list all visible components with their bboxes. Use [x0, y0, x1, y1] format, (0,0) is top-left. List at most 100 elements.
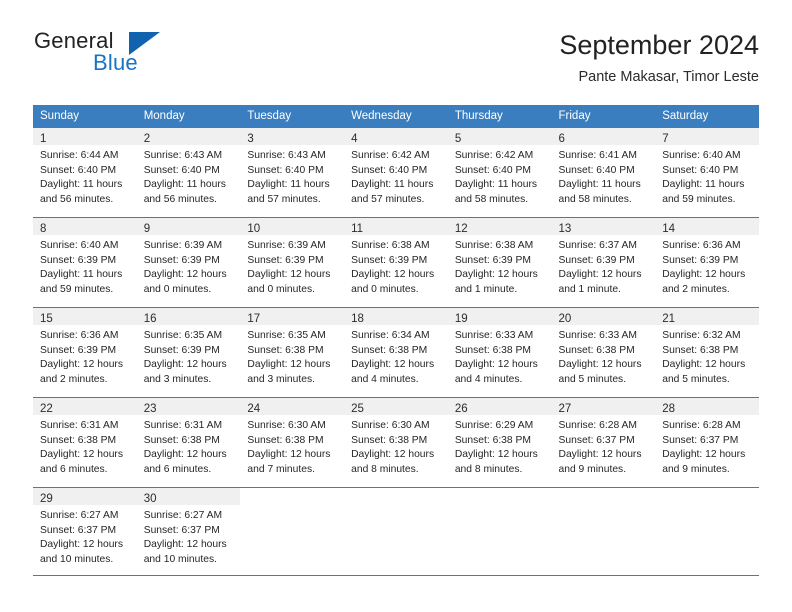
day-cell-inner: 3 Sunrise: 6:43 AM Sunset: 6:40 PM Daylight…: [240, 128, 345, 217]
sunrise-text: Sunrise: 6:43 AM: [143, 150, 223, 161]
calendar-day-cell[interactable]: 19 Sunrise: 6:33 AM Sunset: 6:38 PM Dayligh…: [447, 307, 552, 398]
calendar-day-cell[interactable]: 14 Sunrise: 6:36 AM Sunset: 6:39 PM Dayligh…: [655, 217, 759, 308]
calendar-day-cell[interactable]: 22 Sunrise: 6:31 AM Sunset: 6:38 PM Dayligh…: [33, 397, 137, 488]
calendar-week-row: 15 Sunrise: 6:36 AM Sunset: 6:39 PM Dayligh…: [33, 307, 759, 398]
day-number-band: 3: [240, 128, 345, 145]
calendar-day-cell[interactable]: 29 Sunrise: 6:27 AM Sunset: 6:37 PM Dayligh…: [33, 487, 137, 576]
sunset-text: Sunset: 6:40 PM: [662, 164, 739, 176]
day-cell-body: Sunrise: 6:36 AM Sunset: 6:39 PM Daylight:…: [655, 235, 759, 297]
calendar-day-cell[interactable]: 21 Sunrise: 6:32 AM Sunset: 6:38 PM Dayligh…: [655, 307, 759, 398]
day-number: 13: [558, 223, 572, 235]
calendar-day-cell[interactable]: 18 Sunrise: 6:34 AM Sunset: 6:38 PM Dayligh…: [344, 307, 448, 398]
daylight-text: Daylight: 11 hours and 59 minutes.: [662, 179, 745, 205]
sunset-text: Sunset: 6:38 PM: [454, 344, 531, 356]
sunrise-text: Sunrise: 6:35 AM: [143, 330, 223, 341]
day-cell-inner: 22 Sunrise: 6:31 AM Sunset: 6:38 PM Dayligh…: [33, 398, 137, 487]
sunset-text: Sunset: 6:37 PM: [40, 524, 117, 536]
daylight-text: Daylight: 12 hours and 5 minutes.: [558, 359, 642, 385]
daylight-text: Daylight: 12 hours and 1 minute.: [558, 269, 642, 295]
calendar-day-cell[interactable]: 3 Sunrise: 6:43 AM Sunset: 6:40 PM Daylight…: [240, 127, 345, 218]
weekday-header-friday: Friday: [551, 105, 656, 128]
day-cell-body: Sunrise: 6:33 AM Sunset: 6:38 PM Daylight:…: [552, 325, 656, 387]
daylight-text: Daylight: 12 hours and 0 minutes.: [143, 269, 227, 295]
calendar-cell-empty: [551, 487, 656, 576]
calendar-day-cell[interactable]: 13 Sunrise: 6:37 AM Sunset: 6:39 PM Dayligh…: [551, 217, 656, 308]
calendar-week-row: 8 Sunrise: 6:40 AM Sunset: 6:39 PM Daylight…: [33, 217, 759, 308]
calendar-day-cell[interactable]: 12 Sunrise: 6:38 AM Sunset: 6:39 PM Dayligh…: [447, 217, 552, 308]
daylight-text: Daylight: 12 hours and 3 minutes.: [143, 359, 227, 385]
day-cell-inner: 26 Sunrise: 6:29 AM Sunset: 6:38 PM Dayligh…: [447, 398, 552, 487]
calendar-body: 1 Sunrise: 6:44 AM Sunset: 6:40 PM Daylight…: [33, 127, 759, 576]
sunrise-text: Sunrise: 6:27 AM: [143, 510, 223, 521]
day-number-band: 1: [33, 128, 137, 145]
daylight-text: Daylight: 12 hours and 6 minutes.: [40, 449, 123, 475]
day-number: 27: [558, 403, 572, 415]
calendar-day-cell[interactable]: 8 Sunrise: 6:40 AM Sunset: 6:39 PM Daylight…: [33, 217, 137, 308]
day-cell-inner: 11 Sunrise: 6:38 AM Sunset: 6:39 PM Dayligh…: [344, 218, 448, 307]
daylight-text: Daylight: 12 hours and 10 minutes.: [40, 539, 123, 565]
day-cell-inner: 28 Sunrise: 6:28 AM Sunset: 6:37 PM Dayligh…: [655, 398, 759, 487]
daylight-text: Daylight: 12 hours and 8 minutes.: [454, 449, 538, 475]
calendar-day-cell[interactable]: 15 Sunrise: 6:36 AM Sunset: 6:39 PM Dayligh…: [33, 307, 137, 398]
calendar-day-cell[interactable]: 28 Sunrise: 6:28 AM Sunset: 6:37 PM Dayligh…: [655, 397, 759, 488]
day-cell-inner: 25 Sunrise: 6:30 AM Sunset: 6:38 PM Dayligh…: [344, 398, 448, 487]
calendar-day-cell[interactable]: 10 Sunrise: 6:39 AM Sunset: 6:39 PM Dayligh…: [240, 217, 345, 308]
calendar-day-cell[interactable]: 7 Sunrise: 6:40 AM Sunset: 6:40 PM Daylight…: [655, 127, 759, 218]
calendar-day-cell[interactable]: 17 Sunrise: 6:35 AM Sunset: 6:38 PM Dayligh…: [240, 307, 345, 398]
day-cell-body: Sunrise: 6:28 AM Sunset: 6:37 PM Daylight:…: [552, 415, 656, 477]
day-number-band: 5: [447, 128, 552, 145]
day-number: 23: [143, 403, 157, 415]
calendar-day-cell[interactable]: 24 Sunrise: 6:30 AM Sunset: 6:38 PM Dayligh…: [240, 397, 345, 488]
calendar-day-cell[interactable]: 26 Sunrise: 6:29 AM Sunset: 6:38 PM Dayligh…: [447, 397, 552, 488]
day-number-band: 14: [655, 218, 759, 235]
daylight-text: Daylight: 12 hours and 10 minutes.: [143, 539, 227, 565]
day-number-band: 20: [551, 308, 656, 325]
calendar-day-cell[interactable]: 20 Sunrise: 6:33 AM Sunset: 6:38 PM Dayligh…: [551, 307, 656, 398]
calendar-day-cell[interactable]: 4 Sunrise: 6:42 AM Sunset: 6:40 PM Daylight…: [344, 127, 448, 218]
calendar-day-cell[interactable]: 27 Sunrise: 6:28 AM Sunset: 6:37 PM Dayligh…: [551, 397, 656, 488]
calendar-day-cell[interactable]: 30 Sunrise: 6:27 AM Sunset: 6:37 PM Dayligh…: [136, 487, 241, 576]
day-number: 12: [454, 223, 468, 235]
day-cell-inner: 21 Sunrise: 6:32 AM Sunset: 6:38 PM Dayligh…: [655, 308, 759, 397]
calendar-day-cell[interactable]: 23 Sunrise: 6:31 AM Sunset: 6:38 PM Dayligh…: [136, 397, 241, 488]
day-number-band: 4: [344, 128, 448, 145]
calendar-day-cell[interactable]: 25 Sunrise: 6:30 AM Sunset: 6:38 PM Dayligh…: [344, 397, 448, 488]
day-number: 25: [351, 403, 364, 415]
daylight-text: Daylight: 11 hours and 56 minutes.: [143, 179, 226, 205]
day-number-band: 12: [447, 218, 552, 235]
calendar-day-cell[interactable]: 2 Sunrise: 6:43 AM Sunset: 6:40 PM Daylight…: [136, 127, 241, 218]
calendar-day-cell[interactable]: 11 Sunrise: 6:38 AM Sunset: 6:39 PM Dayligh…: [344, 217, 448, 308]
sunset-text: Sunset: 6:40 PM: [40, 164, 117, 176]
sunset-text: Sunset: 6:38 PM: [558, 344, 635, 356]
logo-text-blue: Blue: [93, 50, 138, 75]
sunrise-text: Sunrise: 6:34 AM: [351, 330, 430, 341]
day-cell-inner: 27 Sunrise: 6:28 AM Sunset: 6:37 PM Dayligh…: [551, 398, 656, 487]
sunrise-text: Sunrise: 6:28 AM: [558, 420, 637, 431]
calendar-day-cell[interactable]: 6 Sunrise: 6:41 AM Sunset: 6:40 PM Daylight…: [551, 127, 656, 218]
daylight-text: Daylight: 12 hours and 2 minutes.: [40, 359, 123, 385]
day-number-band: 17: [240, 308, 345, 325]
sunset-text: Sunset: 6:38 PM: [143, 434, 220, 446]
day-cell-body: Sunrise: 6:42 AM Sunset: 6:40 PM Daylight:…: [448, 145, 552, 207]
sunrise-text: Sunrise: 6:33 AM: [454, 330, 534, 341]
calendar-cell-empty: [344, 487, 448, 576]
calendar-page: General Blue September 2024 Pante Makasa…: [0, 0, 792, 612]
day-number-band: 2: [136, 128, 241, 145]
sunrise-text: Sunrise: 6:40 AM: [662, 150, 741, 161]
sunrise-text: Sunrise: 6:42 AM: [351, 150, 430, 161]
calendar-cell-empty: [447, 487, 552, 576]
general-blue-logo[interactable]: General Blue: [33, 28, 253, 90]
calendar-week-row: 1 Sunrise: 6:44 AM Sunset: 6:40 PM Daylight…: [33, 127, 759, 218]
sunset-text: Sunset: 6:40 PM: [351, 164, 428, 176]
daylight-text: Daylight: 12 hours and 4 minutes.: [454, 359, 538, 385]
calendar-day-cell[interactable]: 5 Sunrise: 6:42 AM Sunset: 6:40 PM Daylight…: [447, 127, 552, 218]
calendar-day-cell[interactable]: 9 Sunrise: 6:39 AM Sunset: 6:39 PM Daylight…: [136, 217, 241, 308]
sunset-text: Sunset: 6:38 PM: [247, 344, 324, 356]
day-number-band: 19: [447, 308, 552, 325]
calendar-day-cell[interactable]: 16 Sunrise: 6:35 AM Sunset: 6:39 PM Dayligh…: [136, 307, 241, 398]
day-cell-body: Sunrise: 6:44 AM Sunset: 6:40 PM Daylight:…: [33, 145, 137, 207]
calendar-cell-empty: [240, 487, 345, 576]
calendar-day-cell[interactable]: 1 Sunrise: 6:44 AM Sunset: 6:40 PM Daylight…: [33, 127, 137, 218]
sunrise-text: Sunrise: 6:39 AM: [247, 240, 326, 251]
sunrise-text: Sunrise: 6:31 AM: [40, 420, 119, 431]
